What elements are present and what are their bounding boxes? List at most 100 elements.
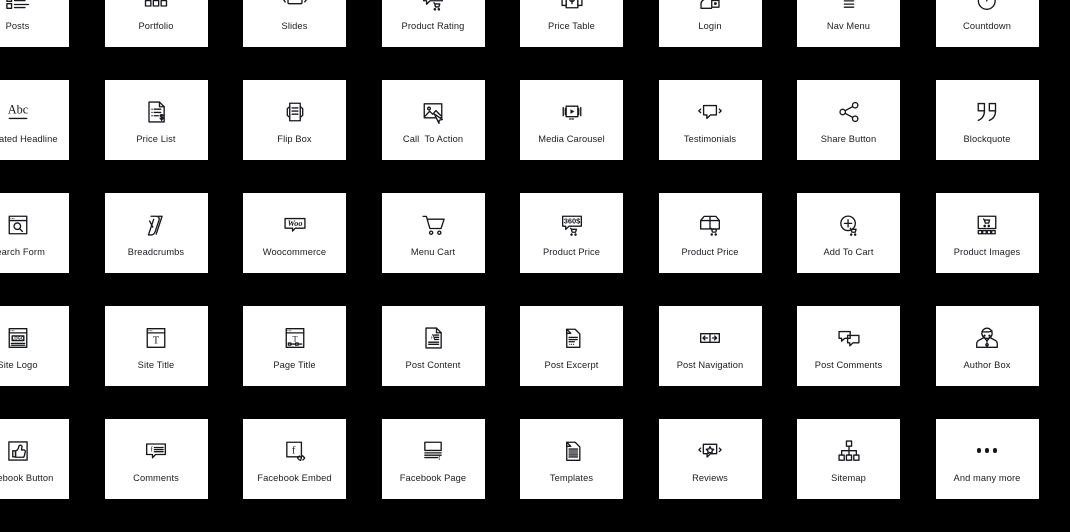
svg-text:360$: 360$ — [563, 216, 580, 225]
widget-card-call-to-action[interactable]: Call To Action — [381, 80, 485, 160]
widget-label: Share Button — [820, 133, 877, 144]
product-price-box-icon — [696, 211, 724, 239]
widget-label: Price Table — [548, 20, 595, 31]
widget-card-post-content[interactable]: A Post Content — [381, 306, 485, 386]
widget-card-comments[interactable]: f Comments — [104, 419, 208, 499]
blockquote-quotes-icon — [973, 98, 1001, 126]
post-navigation-arrows-icon — [696, 324, 724, 352]
svg-text:T: T — [153, 335, 160, 346]
widget-card-media-carousel[interactable]: Media Carousel — [520, 80, 623, 160]
widget-card-price-list[interactable]: Price List — [104, 80, 208, 160]
widget-label: Media Carousel — [538, 133, 605, 144]
widget-label: Post Excerpt — [544, 359, 599, 370]
widget-card-product-price[interactable]: 360$ Product Price — [520, 193, 623, 273]
flip-box-icon — [281, 98, 309, 126]
widget-card-facebook-button[interactable]: Facebook Button — [0, 419, 69, 499]
widget-card-author-box[interactable]: Author Box — [935, 306, 1039, 386]
widget-card-slides[interactable]: Slides — [243, 0, 346, 47]
testimonials-quote-bubble-icon — [696, 98, 724, 126]
widget-label: Reviews — [692, 472, 728, 483]
page-title-browser-t-icon: T — [281, 324, 309, 352]
widget-card-post-excerpt[interactable]: Post Excerpt — [520, 306, 623, 386]
widget-label: Slides — [281, 20, 308, 31]
widget-card-product-rating[interactable]: Product Rating — [381, 0, 485, 47]
portfolio-grid-icon — [142, 0, 170, 13]
widget-label: Breadcrumbs — [127, 246, 185, 257]
widget-label: Page Title — [273, 359, 316, 370]
site-logo-browser-icon: LOGO — [4, 324, 32, 352]
widget-card-posts[interactable]: Posts — [0, 0, 69, 47]
widget-card-facebook-embed[interactable]: f Facebook Embed — [243, 419, 346, 499]
widget-card-post-comments[interactable]: Post Comments — [797, 306, 900, 386]
widget-card-nav-menu[interactable]: Nav Menu — [797, 0, 900, 47]
svg-text:Abc: Abc — [7, 102, 28, 116]
nav-menu-bars-icon — [835, 0, 863, 13]
widget-card-portfolio[interactable]: Portfolio — [104, 0, 208, 47]
menu-cart-trolley-icon — [419, 211, 447, 239]
widget-card-blockquote[interactable]: Blockquote — [935, 80, 1039, 160]
widget-label: Testimonials — [683, 133, 737, 144]
widget-label: Facebook Button — [0, 472, 54, 483]
post-comments-bubbles-icon — [835, 324, 863, 352]
comments-bubble-lines-icon: f — [142, 437, 170, 465]
facebook-page-icon: f — [419, 437, 447, 465]
add-to-cart-plus-icon — [835, 211, 863, 239]
widget-card-countdown[interactable]: Countdown — [935, 0, 1039, 47]
reviews-star-bubble-icon — [696, 437, 724, 465]
woocommerce-woo-icon: Woo — [281, 211, 309, 239]
widget-card-menu-cart[interactable]: Menu Cart — [381, 193, 485, 273]
widget-card-animated-headline[interactable]: Abc Animated Headline — [0, 80, 69, 160]
widget-label: Flip Box — [277, 133, 312, 144]
breadcrumbs-yoast-icon — [142, 211, 170, 239]
templates-document-icon — [558, 437, 586, 465]
widget-label: Site Title — [137, 359, 175, 370]
call-to-action-image-cursor-icon — [419, 98, 447, 126]
svg-text:LOGO: LOGO — [11, 335, 24, 340]
widget-card-product-price[interactable]: Product Price — [658, 193, 762, 273]
widget-card-facebook-page[interactable]: f Facebook Page — [381, 419, 485, 499]
product-price-360-icon: 360$ — [558, 211, 586, 239]
widget-card-breadcrumbs[interactable]: Breadcrumbs — [104, 193, 208, 273]
widget-label: Comments — [133, 472, 179, 483]
widget-card-post-navigation[interactable]: Post Navigation — [658, 306, 762, 386]
widget-card-woocommerce[interactable]: Woo Woocommerce — [243, 193, 346, 273]
widget-card-reviews[interactable]: Reviews — [658, 419, 762, 499]
widget-label: Facebook Page — [399, 472, 467, 483]
widget-card-sitemap[interactable]: Sitemap — [797, 419, 900, 499]
widget-card-search-form[interactable]: Search Form — [0, 193, 69, 273]
widget-label: Product Images — [953, 246, 1021, 257]
widget-label: Templates — [549, 472, 594, 483]
widget-grid: Posts Portfolio Slides Product Rating Price … — [0, 0, 1070, 499]
product-rating-stars-icon — [419, 0, 447, 13]
widget-card-page-title[interactable]: T Page Title — [243, 306, 346, 386]
widget-card-flip-box[interactable]: Flip Box — [243, 80, 346, 160]
widget-label: Post Comments — [814, 359, 883, 370]
widget-card-add-to-cart[interactable]: Add To Cart — [797, 193, 900, 273]
widget-card-price-table[interactable]: Price Table — [520, 0, 623, 47]
widget-label: Nav Menu — [826, 20, 871, 31]
widget-card-and-many-more[interactable]: And many more — [935, 419, 1039, 499]
post-content-document-icon: A — [419, 324, 447, 352]
price-list-document-icon — [142, 98, 170, 126]
widget-card-testimonials[interactable]: Testimonials — [658, 80, 762, 160]
site-title-browser-t-icon: T — [142, 324, 170, 352]
widget-card-templates[interactable]: Templates — [520, 419, 623, 499]
widget-card-login[interactable]: Login — [658, 0, 762, 47]
posts-list-icon — [4, 0, 32, 13]
widget-label: Price List — [136, 133, 176, 144]
widget-label: Facebook Embed — [257, 472, 332, 483]
share-button-nodes-icon — [835, 98, 863, 126]
widget-label: Woocommerce — [262, 246, 327, 257]
widget-card-product-images[interactable]: Product Images — [935, 193, 1039, 273]
widget-card-site-title[interactable]: T Site Title — [104, 306, 208, 386]
widget-label: Countdown — [963, 20, 1011, 31]
svg-text:f: f — [291, 445, 295, 456]
search-form-magnifier-icon — [4, 211, 32, 239]
widget-label: Add To Cart — [823, 246, 874, 257]
widget-label: Blockquote — [963, 133, 1011, 144]
svg-text:f: f — [150, 444, 153, 453]
widget-card-share-button[interactable]: Share Button — [797, 80, 900, 160]
widget-label: Sitemap — [831, 472, 866, 483]
login-user-lock-icon — [696, 0, 724, 13]
widget-card-site-logo[interactable]: LOGO Site Logo — [0, 306, 69, 386]
